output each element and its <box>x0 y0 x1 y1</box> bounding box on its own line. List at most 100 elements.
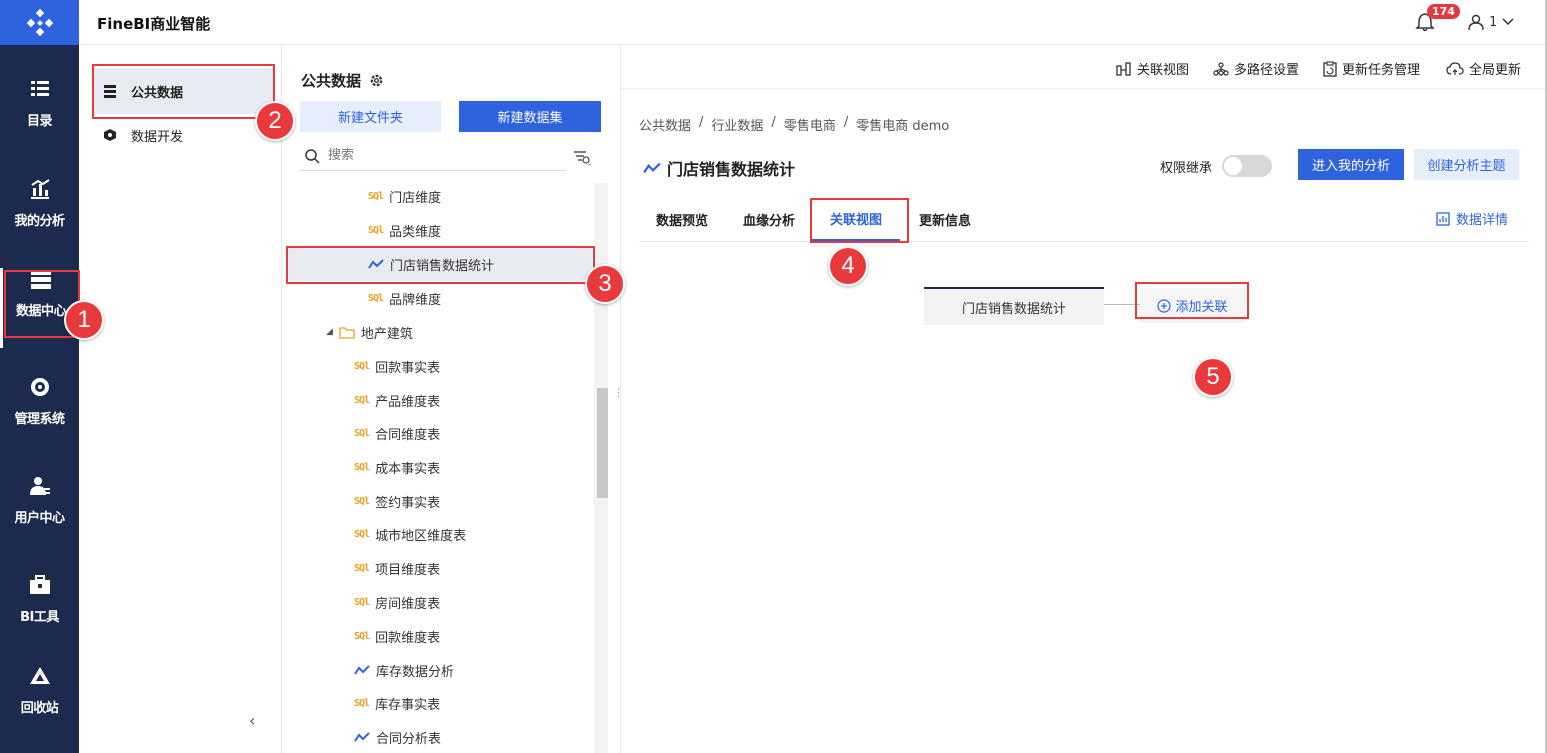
nav-item-user-center[interactable]: 用户中心 <box>0 475 79 555</box>
tab-data-preview[interactable]: 数据预览 <box>656 197 708 241</box>
app-logo[interactable] <box>0 0 79 45</box>
settings-gear-icon[interactable] <box>369 73 384 88</box>
tree-row-label: 城市地区维度表 <box>375 528 467 544</box>
sql-icon: SQl <box>354 528 370 540</box>
breadcrumb-item[interactable]: 行业数据 <box>711 115 763 134</box>
analysis-dataset-icon <box>354 732 370 742</box>
gear-icon <box>30 378 49 396</box>
cloud-update-icon <box>1446 61 1464 75</box>
tree-row[interactable]: SQl 房间维度表 <box>354 585 440 619</box>
tree-title: 公共数据 <box>301 70 384 91</box>
dataset-title: 门店销售数据统计 <box>643 156 795 180</box>
tree-row[interactable]: SQl 品类维度 <box>368 213 441 247</box>
scroll-thumb[interactable] <box>597 388 608 498</box>
dataset-tree-panel: 公共数据 新建文件夹 新建数据集 SQl 门店维度 <box>283 45 610 753</box>
dataset-title-text: 门店销售数据统计 <box>667 160 796 179</box>
nav-label: 我的分析 <box>14 214 65 229</box>
tree-row-label: 门店维度 <box>389 190 442 206</box>
sql-icon: SQl <box>368 292 384 304</box>
search-icon <box>305 148 320 164</box>
toolbox-icon <box>29 575 50 594</box>
new-folder-button[interactable]: 新建文件夹 <box>300 101 441 132</box>
user-menu[interactable]: 1 <box>1467 13 1515 31</box>
filter-sort-icon[interactable] <box>573 149 591 165</box>
tab-update-info[interactable]: 更新信息 <box>919 197 971 241</box>
data-detail-icon <box>1436 211 1450 226</box>
annotation-box-2 <box>92 64 275 119</box>
tree-row[interactable]: SQl 项目维度表 <box>354 551 440 585</box>
tree-row[interactable]: SQl 回款维度表 <box>354 619 440 653</box>
sql-icon: SQl <box>354 596 370 608</box>
tree-row-label: 房间维度表 <box>375 596 441 612</box>
tree-row[interactable]: SQl 产品维度表 <box>354 383 440 417</box>
permission-inherit-toggle[interactable] <box>1222 155 1273 177</box>
toolbar-label: 更新任务管理 <box>1342 63 1421 78</box>
nav-item-admin[interactable]: 管理系统 <box>0 376 79 456</box>
tree-row-label: 签约事实表 <box>375 495 441 511</box>
toolbar-label: 全局更新 <box>1469 63 1522 78</box>
sql-icon: SQl <box>354 360 370 372</box>
tree-row-label: 成本事实表 <box>375 461 441 477</box>
multipath-button[interactable]: 多路径设置 <box>1213 59 1299 78</box>
secondary-sidebar: 公共数据 数据开发 ‹ <box>79 45 282 753</box>
tree-row-label: 库存事实表 <box>375 697 441 713</box>
create-analysis-topic-button[interactable]: 创建分析主题 <box>1414 149 1519 180</box>
multipath-icon <box>1213 61 1229 76</box>
tree-row[interactable]: SQl 库存事实表 <box>354 686 440 720</box>
tree-row[interactable]: SQl 回款事实表 <box>354 349 440 383</box>
data-detail-link[interactable]: 数据详情 <box>1436 209 1508 228</box>
tree-row-label: 项目维度表 <box>375 562 441 578</box>
collapse-sidebar-icon[interactable]: ‹ <box>249 711 255 730</box>
side-item-label: 数据开发 <box>131 129 184 145</box>
user-name: 1 <box>1489 14 1498 30</box>
search-input[interactable] <box>328 148 528 163</box>
breadcrumb-item[interactable]: 公共数据 <box>639 115 691 134</box>
tree-row-label: 合同分析表 <box>376 731 442 747</box>
annotation-box-4 <box>810 198 909 243</box>
notification-badge: 174 <box>1427 4 1460 19</box>
tree-row[interactable]: 库存数据分析 <box>354 653 454 687</box>
permission-inherit: 权限继承 <box>1160 155 1273 177</box>
sql-icon: SQl <box>354 394 370 406</box>
annotation-box-5 <box>1135 282 1249 319</box>
chevron-down-icon <box>1502 18 1514 26</box>
enter-my-analysis-button[interactable]: 进入我的分析 <box>1298 149 1404 180</box>
sql-icon: SQl <box>354 630 370 642</box>
tree-row[interactable]: SQl 品牌维度 <box>368 281 441 315</box>
tree-row[interactable]: 合同分析表 <box>354 720 441 753</box>
breadcrumb: 公共数据 / 行业数据 / 零售电商 / 零售电商 demo <box>639 115 949 134</box>
nav-item-recycle[interactable]: 回收站 <box>0 665 79 745</box>
sql-icon: SQl <box>368 190 384 202</box>
tree-row[interactable]: SQl 合同维度表 <box>354 416 440 450</box>
nav-item-bi-tools[interactable]: BI工具 <box>0 574 79 654</box>
relation-node[interactable]: 门店销售数据统计 <box>924 287 1104 325</box>
user-icon <box>1468 14 1484 31</box>
sql-icon: SQl <box>354 427 370 439</box>
tree-row[interactable]: SQl 城市地区维度表 <box>354 517 466 551</box>
app-root: 目录 我的分析 数据中心 管理系统 用户中心 BI工具 回收站 FineBI商业… <box>0 0 1547 753</box>
tab-lineage[interactable]: 血缘分析 <box>743 197 795 241</box>
folder-icon <box>339 326 355 339</box>
relation-view-button[interactable]: 关联视图 <box>1116 59 1189 78</box>
new-dataset-button[interactable]: 新建数据集 <box>459 101 601 132</box>
tree-row[interactable]: SQl 签约事实表 <box>354 484 440 518</box>
breadcrumb-separator: / <box>699 115 704 130</box>
data-detail-label: 数据详情 <box>1456 213 1509 228</box>
step-marker-1: 1 <box>64 300 104 340</box>
analysis-icon <box>30 179 50 199</box>
nav-item-my-analysis[interactable]: 我的分析 <box>0 178 79 258</box>
sql-icon: SQl <box>368 224 384 236</box>
tree-search <box>300 141 566 171</box>
global-update-button[interactable]: 全局更新 <box>1446 59 1521 78</box>
tree-row[interactable]: SQl 成本事实表 <box>354 450 440 484</box>
tree-row[interactable]: SQl 门店维度 <box>368 179 441 213</box>
step-marker-3: 3 <box>585 264 625 304</box>
breadcrumb-item[interactable]: 零售电商 <box>784 115 836 134</box>
expand-triangle-icon[interactable]: ◢ <box>326 327 333 337</box>
nav-label: 目录 <box>26 114 53 129</box>
update-tasks-button[interactable]: 更新任务管理 <box>1323 59 1420 78</box>
nav-item-catalog[interactable]: 目录 <box>0 78 79 158</box>
tree-folder-row[interactable]: ◢ 地产建筑 <box>326 315 413 349</box>
user-center-icon <box>29 477 50 495</box>
breadcrumb-item[interactable]: 零售电商 demo <box>856 115 949 134</box>
